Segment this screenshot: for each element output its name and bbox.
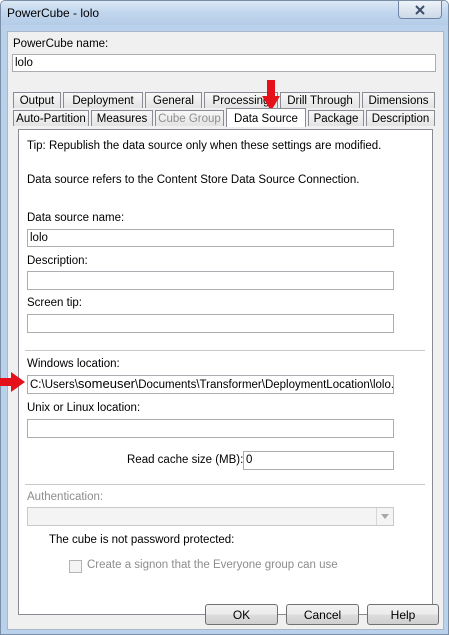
tab-auto-partition[interactable]: Auto-Partition <box>13 110 89 126</box>
data-source-name-field[interactable]: lolo <box>27 229 394 247</box>
dialog-client-area: PowerCube name: lolo Output Deployment G… <box>7 31 444 630</box>
tab-description[interactable]: Description <box>366 110 435 126</box>
description-field[interactable] <box>27 271 394 290</box>
info-text: Data source refers to the Content Store … <box>27 174 360 186</box>
data-source-name-label: Data source name: <box>27 212 125 224</box>
title-bar[interactable]: PowerCube - lolo <box>1 1 448 25</box>
read-cache-field[interactable]: 0 <box>243 451 394 470</box>
unix-location-label: Unix or Linux location: <box>27 402 141 414</box>
windows-location-label: Windows location: <box>27 358 120 370</box>
windows-location-user: someuser <box>77 376 135 391</box>
cancel-button[interactable]: Cancel <box>286 604 359 625</box>
tab-dimensions[interactable]: Dimensions <box>362 92 435 108</box>
tab-cube-group: Cube Group <box>155 110 224 126</box>
windows-location-field[interactable]: C:\Users\someuser\Documents\Transformer\… <box>27 375 394 394</box>
powercube-name-field[interactable]: lolo <box>12 54 436 72</box>
read-cache-label: Read cache size (MB): <box>127 454 244 466</box>
windows-location-prefix: C:\Users\ <box>30 379 78 391</box>
separator <box>25 350 425 351</box>
dropdown-arrow <box>376 508 393 525</box>
separator <box>25 484 425 485</box>
tab-general[interactable]: General <box>145 92 202 108</box>
window-title: PowerCube - lolo <box>7 6 100 20</box>
help-button[interactable]: Help <box>367 604 439 625</box>
screen-tip-field[interactable] <box>27 314 394 333</box>
signon-checkbox <box>69 560 82 573</box>
unix-location-field[interactable] <box>27 419 394 438</box>
powercube-dialog: PowerCube - lolo PowerCube name: lolo Ou… <box>0 0 449 635</box>
authentication-select <box>27 507 394 526</box>
chevron-down-icon <box>381 514 389 519</box>
powercube-name-label: PowerCube name: <box>13 38 109 50</box>
data-source-panel: Tip: Republish the data source only when… <box>18 129 433 615</box>
ok-button[interactable]: OK <box>205 604 278 625</box>
tab-package[interactable]: Package <box>308 110 364 126</box>
tab-drill-through[interactable]: Drill Through <box>280 92 360 108</box>
description-label: Description: <box>27 255 88 267</box>
right-arrow-annotation-icon <box>0 372 25 392</box>
tab-output[interactable]: Output <box>13 92 61 108</box>
screen-tip-label: Screen tip: <box>27 297 82 309</box>
tab-data-source[interactable]: Data Source <box>226 108 306 127</box>
password-status-text: The cube is not password protected: <box>49 534 235 546</box>
authentication-label: Authentication: <box>27 491 104 503</box>
tab-deployment[interactable]: Deployment <box>63 92 143 108</box>
signon-label: Create a signon that the Everyone group … <box>87 559 338 571</box>
tip-text: Tip: Republish the data source only when… <box>27 140 382 152</box>
windows-location-suffix: \Documents\Transformer\DeploymentLocatio… <box>135 379 394 391</box>
close-button[interactable] <box>398 1 442 19</box>
close-icon <box>415 4 425 15</box>
tab-measures[interactable]: Measures <box>91 110 153 126</box>
